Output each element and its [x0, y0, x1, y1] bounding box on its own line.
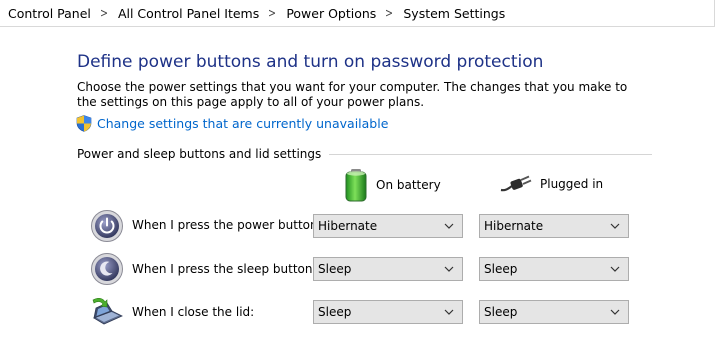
lid-on-battery-dropdown[interactable]: Sleep [313, 300, 463, 324]
uac-shield-icon [76, 115, 92, 132]
column-on-battery-label: On battery [376, 178, 441, 192]
laptop-lid-icon [92, 297, 123, 325]
dropdown-value: Hibernate [484, 219, 544, 233]
breadcrumb-divider [714, 0, 715, 27]
breadcrumb-separator-icon: > [99, 6, 108, 20]
power-button-icon [91, 210, 123, 242]
chevron-down-icon [610, 223, 620, 229]
sleep-button-plugged-in-dropdown[interactable]: Sleep [479, 257, 629, 281]
breadcrumb-control-panel[interactable]: Control Panel [8, 6, 91, 21]
change-settings-link-label: Change settings that are currently unava… [97, 116, 389, 131]
sleep-button-on-battery-dropdown[interactable]: Sleep [313, 257, 463, 281]
page-description: Choose the power settings that you want … [77, 80, 628, 109]
chevron-down-icon [444, 266, 454, 272]
group-header-label: Power and sleep buttons and lid settings [77, 147, 322, 161]
page-title: Define power buttons and turn on passwor… [77, 52, 544, 72]
dropdown-value: Hibernate [318, 219, 378, 233]
dropdown-value: Sleep [318, 305, 352, 319]
dropdown-value: Sleep [484, 305, 518, 319]
lid-label: When I close the lid: [132, 305, 255, 319]
power-plug-icon [500, 175, 532, 192]
group-divider [329, 153, 652, 155]
lid-plugged-in-dropdown[interactable]: Sleep [479, 300, 629, 324]
change-settings-link[interactable]: Change settings that are currently unava… [76, 115, 388, 132]
dropdown-value: Sleep [484, 262, 518, 276]
breadcrumb-all-items[interactable]: All Control Panel Items [118, 6, 259, 21]
breadcrumb-separator-icon: > [385, 6, 394, 20]
dropdown-value: Sleep [318, 262, 352, 276]
breadcrumb: Control Panel > All Control Panel Items … [0, 0, 714, 27]
breadcrumb-separator-icon: > [268, 6, 277, 20]
sleep-button-label: When I press the sleep button: [132, 262, 317, 276]
column-on-battery: On battery [344, 168, 441, 202]
battery-icon [345, 169, 367, 202]
breadcrumb-power-options[interactable]: Power Options [286, 6, 376, 21]
chevron-down-icon [444, 309, 454, 315]
breadcrumb-system-settings[interactable]: System Settings [403, 6, 505, 21]
power-button-on-battery-dropdown[interactable]: Hibernate [313, 214, 463, 238]
sleep-button-icon [91, 253, 123, 285]
power-button-label: When I press the power button: [132, 218, 322, 232]
power-button-plugged-in-dropdown[interactable]: Hibernate [479, 214, 629, 238]
column-plugged-in: Plugged in [500, 174, 603, 194]
chevron-down-icon [610, 266, 620, 272]
chevron-down-icon [610, 309, 620, 315]
group-header: Power and sleep buttons and lid settings [77, 147, 652, 161]
column-plugged-in-label: Plugged in [540, 177, 604, 191]
chevron-down-icon [444, 223, 454, 229]
